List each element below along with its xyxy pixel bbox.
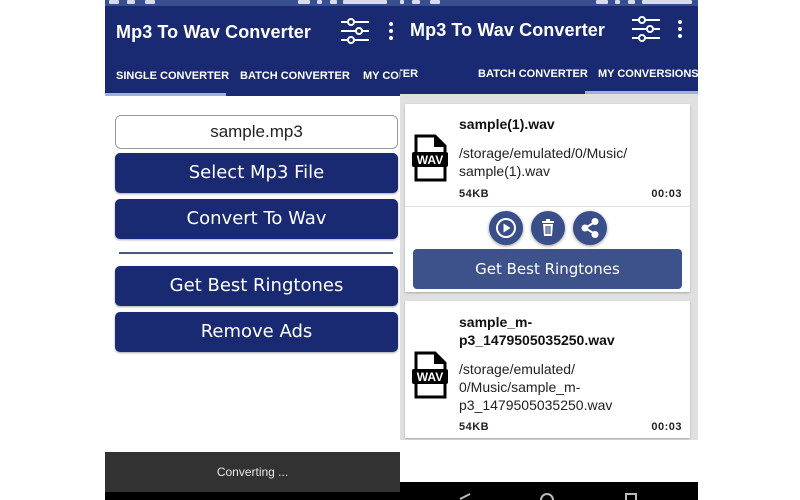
app-title: Mp3 To Wav Converter <box>116 22 312 42</box>
selected-file-field[interactable]: sample.mp3 <box>115 115 398 149</box>
share-button[interactable] <box>573 211 607 245</box>
get-best-ringtones-button[interactable]: Get Best Ringtones <box>115 266 398 306</box>
card-separator <box>405 206 690 207</box>
network-icon <box>596 0 608 4</box>
conversion-item[interactable]: WAV sample(1).wav /storage/emulated/0/Mu… <box>405 104 690 292</box>
app-bar: Mp3 To Wav Converter <box>400 6 698 58</box>
tab-batch-converter[interactable]: BATCH CONVERTER <box>478 58 588 94</box>
file-size: 54KB <box>459 421 490 433</box>
tab-single-converter[interactable]: SINGLE CONVERTER <box>400 58 418 94</box>
home-icon[interactable] <box>539 493 555 500</box>
more-options-icon[interactable] <box>676 19 684 39</box>
converting-snackbar: Converting ... <box>105 452 400 492</box>
play-button[interactable] <box>489 211 523 245</box>
network-icon <box>298 0 310 4</box>
signal-icon <box>615 0 620 4</box>
single-converter-screen: Mp3 To Wav Converter SINGLE CONVERTER BA… <box>105 0 400 500</box>
tab-batch-converter[interactable]: BATCH CONVERTER <box>240 58 350 96</box>
app-bar: Mp3 To Wav Converter <box>105 6 400 58</box>
divider <box>119 252 393 254</box>
recents-icon[interactable] <box>625 493 637 500</box>
more-options-icon[interactable] <box>387 21 395 41</box>
sd-card-icon <box>127 0 135 4</box>
file-name: sample(1).wav <box>459 116 555 132</box>
tab-bar: SINGLE CONVERTER BATCH CONVERTER MY CONV… <box>400 58 698 94</box>
wav-file-icon: WAV <box>412 351 448 399</box>
get-best-ringtones-button[interactable]: Get Best Ringtones <box>413 249 682 289</box>
tab-my-conversions[interactable]: MY CONVERSIONS <box>363 58 400 96</box>
svg-text:WAV: WAV <box>417 370 443 384</box>
select-mp3-file-button[interactable]: Select Mp3 File <box>115 153 398 193</box>
sd-card-icon <box>412 0 420 4</box>
notification-icon <box>400 0 404 4</box>
tab-single-converter[interactable]: SINGLE CONVERTER <box>116 58 229 96</box>
wav-file-icon: WAV <box>412 134 448 182</box>
active-tab-indicator <box>105 93 226 96</box>
app-title: Mp3 To Wav Converter <box>410 20 606 40</box>
delete-button[interactable] <box>531 211 565 245</box>
file-path: /storage/emulated/0/Music/sample_m-p3_14… <box>459 361 613 413</box>
navigation-bar <box>105 492 400 500</box>
clock <box>343 0 387 4</box>
file-name: sample_m-p3_1479505035250.wav <box>459 314 615 348</box>
cloud-icon <box>145 0 155 4</box>
filter-settings-icon[interactable] <box>340 17 370 45</box>
conversion-item[interactable]: WAV sample_m-p3_1479505035250.wav /stora… <box>405 301 690 438</box>
tab-bar: SINGLE CONVERTER BATCH CONVERTER MY CONV… <box>105 58 400 96</box>
notification-icon <box>109 0 119 4</box>
active-tab-indicator <box>585 91 698 94</box>
battery-icon <box>330 0 337 4</box>
back-icon[interactable] <box>458 493 472 500</box>
clock <box>642 0 692 4</box>
delete-icon <box>542 219 554 236</box>
cloud-icon <box>430 0 440 4</box>
file-duration: 00:03 <box>651 421 682 433</box>
tab-my-conversions[interactable]: MY CONVERSIONS <box>598 58 698 94</box>
share-icon <box>581 218 599 238</box>
filter-settings-icon[interactable] <box>631 15 661 43</box>
list-bottom-area <box>400 440 698 482</box>
my-conversions-screen: Mp3 To Wav Converter SINGLE CONVERTER BA… <box>400 0 698 500</box>
svg-text:WAV: WAV <box>417 153 443 167</box>
signal-icon <box>317 0 322 4</box>
play-icon <box>496 218 516 238</box>
file-duration: 00:03 <box>651 188 682 200</box>
convert-to-wav-button[interactable]: Convert To Wav <box>115 199 398 239</box>
file-path: /storage/emulated/0/Music/sample(1).wav <box>459 145 628 179</box>
remove-ads-button[interactable]: Remove Ads <box>115 312 398 352</box>
battery-icon <box>628 0 635 4</box>
file-size: 54KB <box>459 188 490 200</box>
